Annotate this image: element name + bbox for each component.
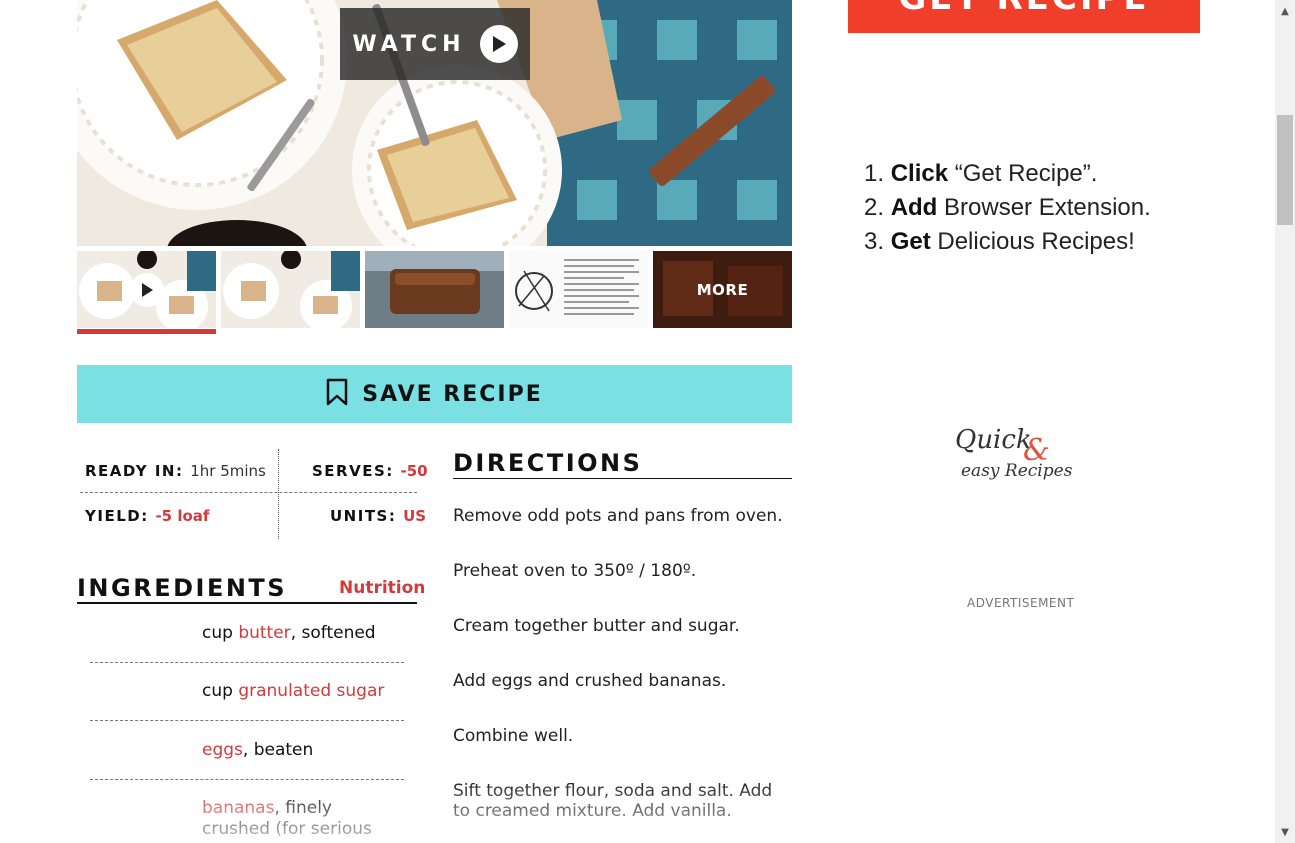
units-value[interactable]: US	[403, 507, 426, 525]
thumbnail-photo-3[interactable]	[509, 251, 648, 328]
bookmark-icon	[326, 378, 348, 410]
save-recipe-label: SAVE RECIPE	[362, 381, 543, 407]
info-vertical-divider	[278, 449, 279, 539]
ingredient-item: cup butter, softened	[202, 623, 402, 644]
ad-get-recipe-label: GET RECIPE	[848, 0, 1200, 18]
scrollbar-thumb[interactable]	[1277, 115, 1293, 225]
units-label: UNITS:	[330, 507, 397, 525]
ready-in-label: READY IN:	[85, 462, 184, 480]
direction-step: Remove odd pots and pans from oven.	[453, 506, 783, 526]
ingredient-link[interactable]: eggs	[202, 740, 243, 760]
ad-step-text: “Get Recipe”.	[948, 160, 1098, 187]
ingredient-note: , beaten	[242, 740, 314, 760]
ingredient-item: cup granulated sugar	[202, 681, 402, 702]
ingredient-divider	[90, 662, 404, 663]
ad-step: 3. Get Delicious Recipes!	[864, 228, 1135, 256]
ingredients-heading: INGREDIENTS	[77, 574, 288, 602]
ingredient-unit: cup	[202, 623, 239, 643]
ad-step-action: Click	[890, 160, 949, 187]
serves: SERVES: -50	[312, 462, 428, 480]
ad-step-action: Get	[890, 228, 931, 255]
play-icon[interactable]	[130, 273, 164, 307]
ad-step-text: Browser Extension.	[937, 194, 1151, 221]
direction-step: Sift together flour, soda and salt. Add …	[453, 781, 773, 821]
ad-step-text: Delicious Recipes!	[930, 228, 1135, 255]
watch-label: WATCH	[352, 31, 466, 57]
play-icon	[479, 25, 518, 63]
arrow-up-icon[interactable]: ▲	[1275, 2, 1295, 20]
yield-value[interactable]: -5 loaf	[155, 507, 209, 525]
ad-step-number: 1.	[864, 160, 885, 187]
arrow-down-icon[interactable]: ▼	[1275, 823, 1295, 841]
ad-logo[interactable]: Quick & easy Recipes	[955, 420, 1080, 490]
thumbnail-photo-1[interactable]	[221, 251, 360, 328]
thumbnail-more[interactable]	[653, 251, 792, 328]
serves-label: SERVES:	[312, 462, 394, 480]
direction-step: Preheat oven to 350º / 180º.	[453, 561, 697, 581]
serves-value[interactable]: -50	[401, 462, 428, 480]
ad-step-action: Add	[890, 194, 938, 221]
ingredients-rule	[77, 602, 417, 604]
ingredient-unit: cup	[202, 681, 239, 701]
units: UNITS: US	[330, 507, 426, 525]
ingredient-item: eggs, beaten	[202, 740, 402, 761]
ingredient-divider	[90, 720, 404, 721]
nutrition-link[interactable]: Nutrition	[339, 578, 425, 598]
direction-step: Add eggs and crushed bananas.	[453, 671, 727, 691]
ad-step: 1. Click “Get Recipe”.	[864, 160, 1097, 188]
directions-heading: DIRECTIONS	[453, 449, 643, 477]
ad-step-number: 2.	[864, 194, 885, 221]
ingredient-note: , softened	[290, 623, 376, 643]
save-recipe-button[interactable]: SAVE RECIPE	[77, 365, 792, 423]
advertisement-label: ADVERTISEMENT	[967, 596, 1075, 610]
active-thumbnail-indicator	[77, 329, 216, 334]
watch-video-button[interactable]: WATCH	[340, 8, 530, 80]
ingredient-link[interactable]: granulated sugar	[238, 681, 384, 701]
direction-step: Combine well.	[453, 726, 574, 746]
directions-rule	[453, 478, 792, 479]
ad-step-number: 3.	[864, 228, 885, 255]
info-horizontal-divider	[80, 492, 417, 493]
yield: YIELD: -5 loaf	[85, 507, 209, 525]
ingredient-link[interactable]: bananas	[202, 798, 274, 818]
ad-logo-quick: Quick	[955, 425, 1032, 455]
thumbnail-photo-2[interactable]	[365, 251, 504, 328]
ingredient-link[interactable]: butter	[238, 623, 290, 643]
direction-step: Cream together butter and sugar.	[453, 616, 740, 636]
yield-label: YIELD:	[85, 507, 149, 525]
ready-in: READY IN: 1hr 5mins	[85, 462, 266, 480]
ad-logo-easy-recipes: easy Recipes	[961, 461, 1073, 481]
ingredient-item: bananas, finely crushed (for serious	[202, 798, 387, 840]
ready-in-value: 1hr 5mins	[190, 462, 266, 480]
ad-step: 2. Add Browser Extension.	[864, 194, 1151, 222]
ad-get-recipe-button[interactable]: GET RECIPE	[848, 0, 1200, 33]
ingredient-divider	[90, 779, 404, 780]
